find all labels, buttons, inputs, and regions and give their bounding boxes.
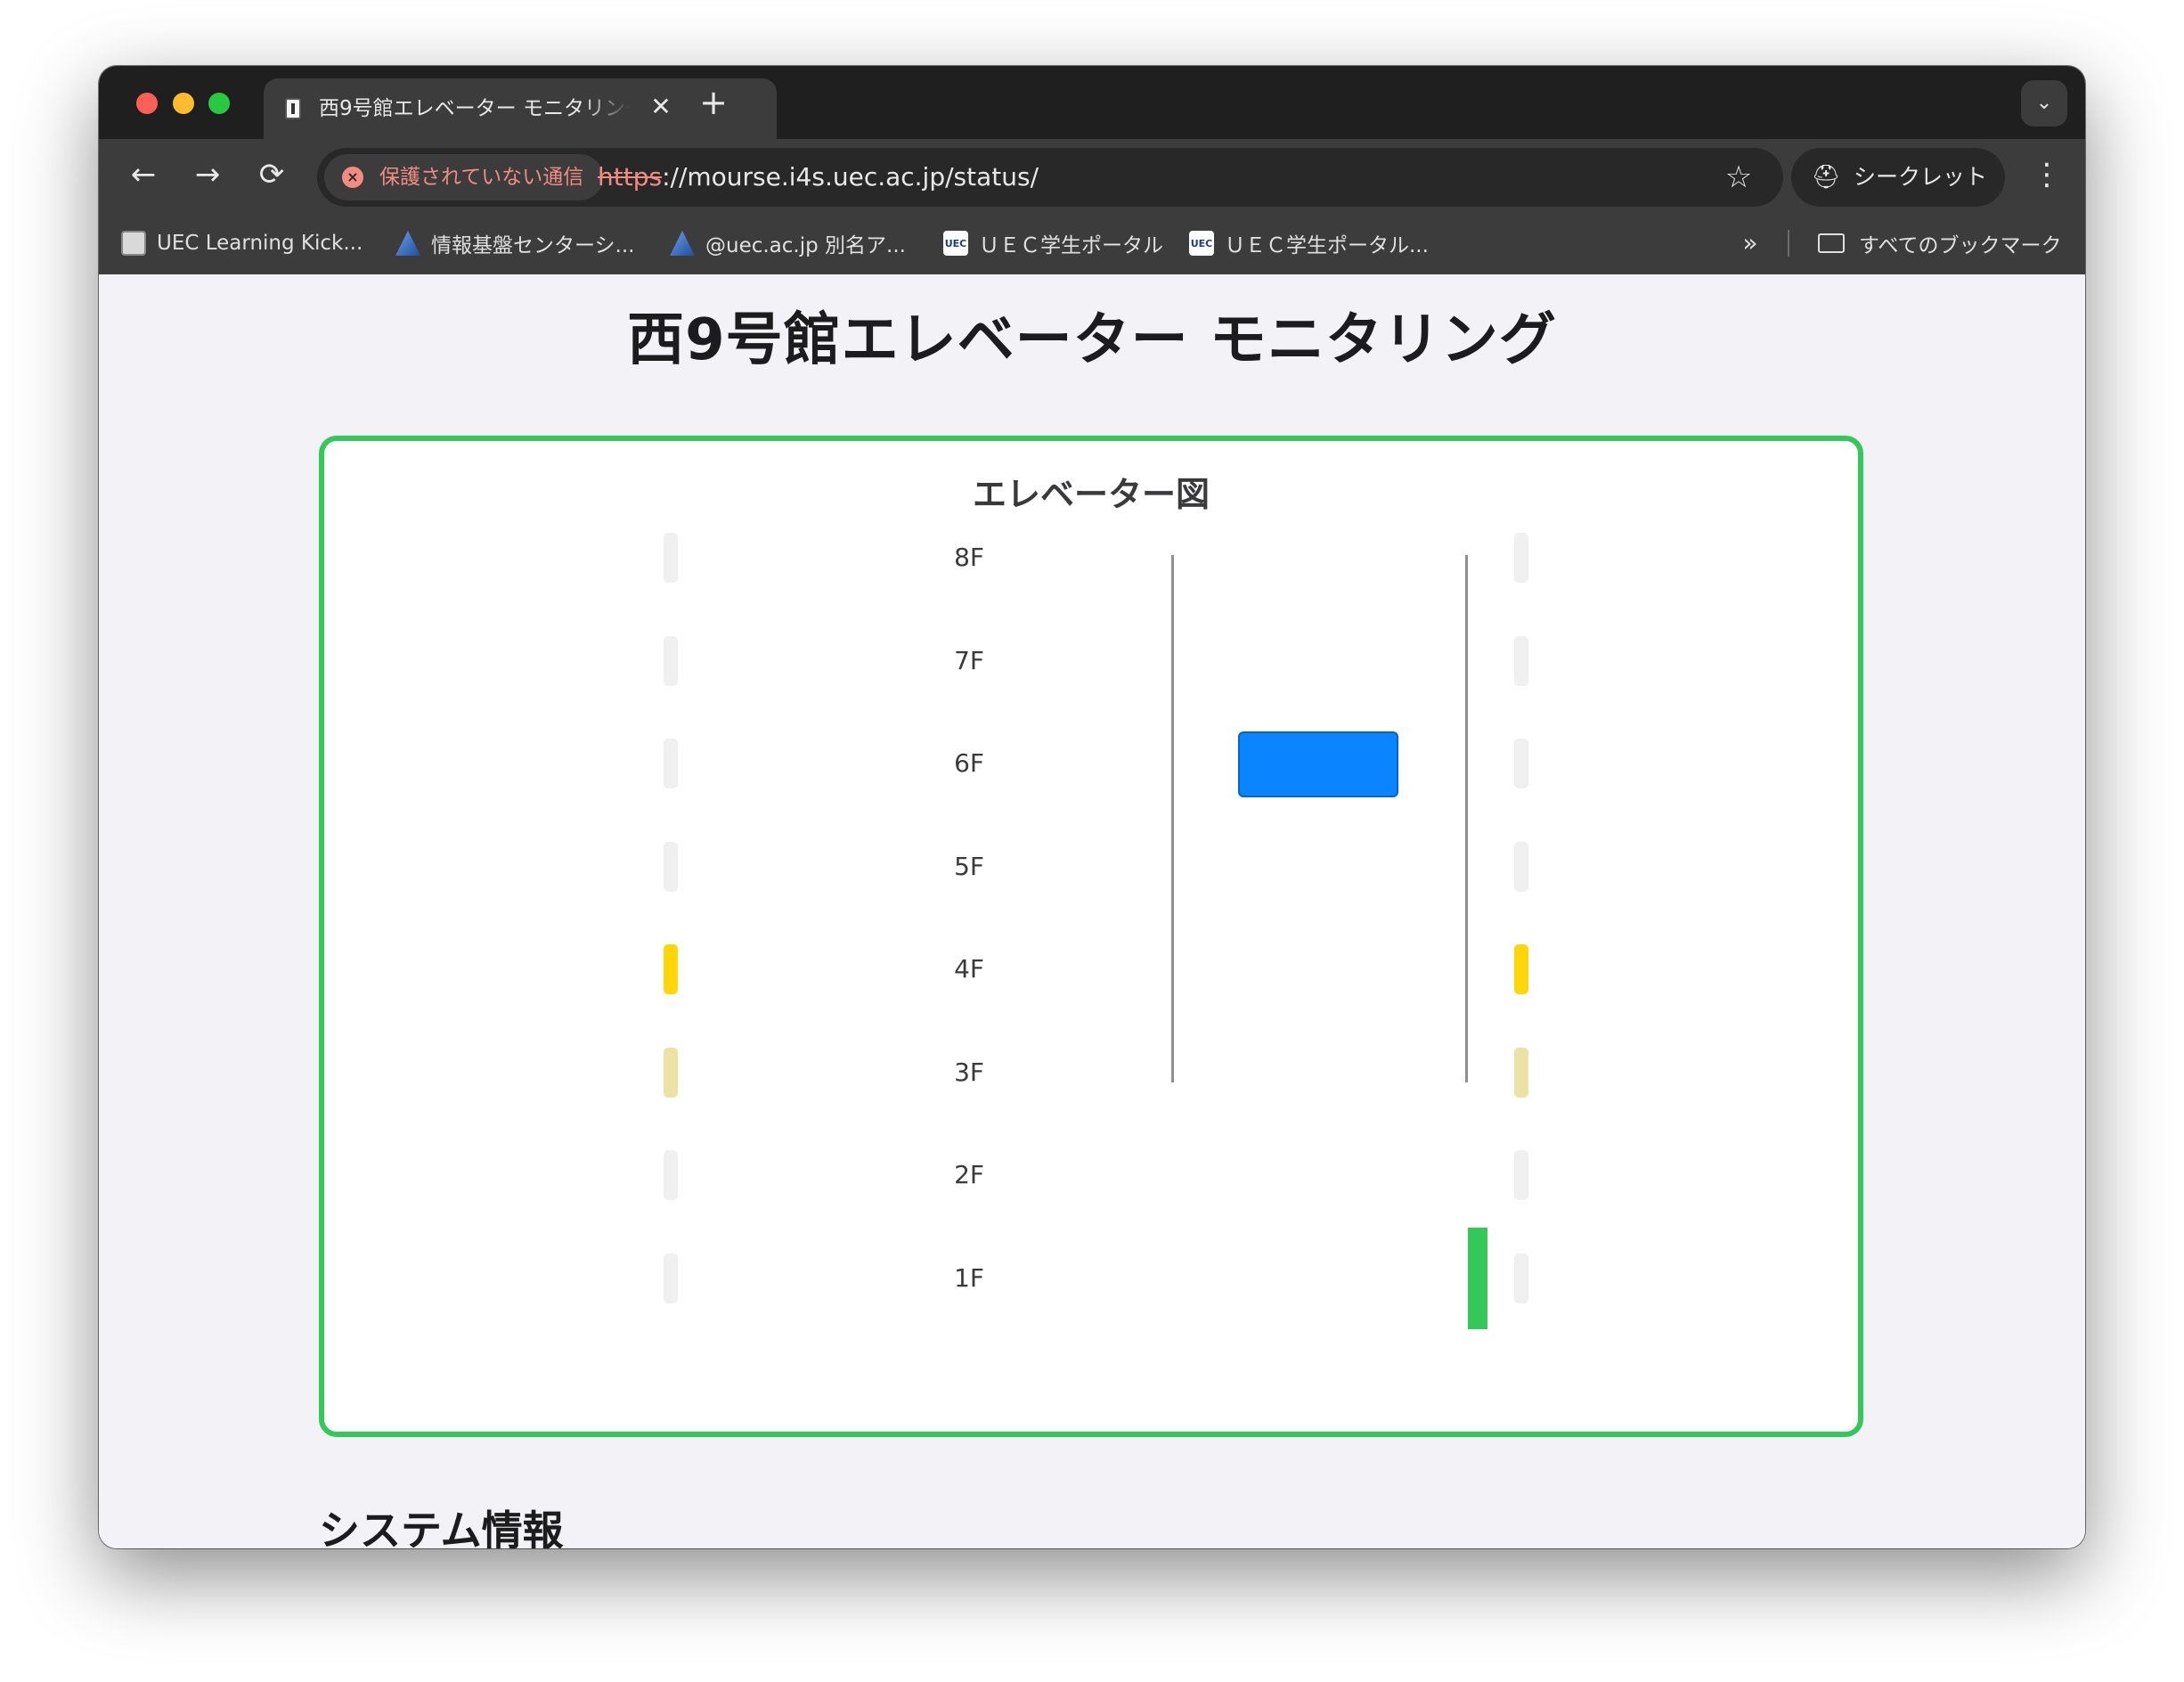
chevron-down-icon: ⌄ <box>2035 92 2053 114</box>
security-chip[interactable]: × 保護されていない通信 <box>324 154 604 200</box>
bookmark-item[interactable]: @uec.ac.jp 別名ア... <box>670 226 906 260</box>
hall-lamp-right <box>1514 1253 1528 1303</box>
browser-window: 西9号館エレベーター モニタリング ✕ + ⌄ ← → ⟳ × 保護されていない… <box>99 66 2085 1548</box>
close-window-button[interactable] <box>136 93 158 114</box>
university-seal-icon <box>121 231 146 256</box>
hall-lamp-right <box>1514 533 1528 583</box>
hall-lamp-left <box>664 1253 678 1303</box>
hall-lamp-left <box>664 944 678 994</box>
forward-button[interactable]: → <box>188 155 227 194</box>
back-button[interactable]: ← <box>124 155 163 194</box>
floor-label: 5F <box>954 851 984 881</box>
url-rest: ://mourse.i4s.uec.ac.jp/status/ <box>662 162 1039 192</box>
bookmark-label: UEC Learning Kick... <box>157 232 363 255</box>
bookmark-label: ＵＥＣ学生ポータル... <box>1225 234 1429 257</box>
bookmarks-divider <box>1788 230 1789 257</box>
shaft-left-wall <box>1171 555 1174 1082</box>
hall-lamp-right <box>1514 1150 1528 1200</box>
bookmark-star-icon[interactable]: ☆ <box>1721 159 1756 195</box>
tower-icon <box>395 231 420 256</box>
hall-lamp-left <box>664 533 678 583</box>
incognito-chip[interactable]: ⛑ シークレット <box>1791 148 2005 207</box>
bookmark-item[interactable]: UEC ＵＥＣ学生ポータル <box>943 226 1163 260</box>
uec-logo-icon: UEC <box>943 231 968 256</box>
bookmark-item[interactable]: UEC Learning Kick... <box>121 226 363 260</box>
hall-lamp-right <box>1514 739 1528 788</box>
hall-lamp-right <box>1514 635 1528 686</box>
bookmark-item[interactable]: 情報基盤センターシ... <box>395 226 634 260</box>
page-content: 西9号館エレベーター モニタリング エレベーター図 8F 7F 6F 5F 4F 3F 2F… <box>99 274 2085 1548</box>
folder-icon <box>1818 233 1845 253</box>
browser-menu-icon[interactable]: ⋮ <box>2032 155 2062 194</box>
uec-logo-icon: UEC <box>1189 231 1214 256</box>
floor-label: 1F <box>954 1262 984 1293</box>
url-scheme: https <box>598 162 663 192</box>
page-title: 西9号館エレベーター モニタリング <box>627 307 1557 373</box>
new-tab-button[interactable]: + <box>696 86 731 121</box>
tab-search-button[interactable]: ⌄ <box>2021 80 2067 127</box>
elevator-icon <box>285 98 301 119</box>
card-title: エレベーター図 <box>972 475 1210 514</box>
hall-lamp-left <box>664 635 678 686</box>
tower-icon <box>670 231 695 256</box>
bookmark-label: @uec.ac.jp 別名ア... <box>705 234 906 257</box>
maximize-window-button[interactable] <box>208 93 230 114</box>
minimize-window-button[interactable] <box>173 93 194 114</box>
insecure-warning-icon: × <box>342 167 363 188</box>
door-open-indicator <box>1468 1227 1487 1329</box>
address-bar[interactable]: × 保護されていない通信 https://mourse.i4s.uec.ac.j… <box>317 148 1783 207</box>
security-label: 保護されていない通信 <box>379 166 584 189</box>
tab-strip: 西9号館エレベーター モニタリング ✕ + ⌄ <box>99 66 2085 139</box>
tab-title: 西9号館エレベーター モニタリング <box>319 97 631 120</box>
floor-label: 7F <box>954 645 984 675</box>
bookmark-item[interactable]: UEC ＵＥＣ学生ポータル... <box>1189 226 1429 260</box>
hall-lamp-left <box>664 1150 678 1200</box>
tab-close-icon[interactable]: ✕ <box>647 93 675 121</box>
floor-label: 4F <box>954 954 984 984</box>
floor-label: 8F <box>954 543 984 572</box>
hall-lamp-left <box>664 739 678 788</box>
floor-label: 6F <box>954 748 984 778</box>
hall-lamp-left <box>664 841 678 892</box>
floor-label: 2F <box>954 1160 984 1189</box>
hall-lamp-right <box>1514 944 1528 994</box>
all-bookmarks-label: すべてのブックマーク <box>1859 234 2062 257</box>
hall-lamp-right <box>1514 1047 1528 1098</box>
bookmarks-overflow-icon[interactable]: » <box>1732 226 1768 260</box>
reload-button[interactable]: ⟳ <box>252 155 291 194</box>
all-bookmarks-button[interactable]: すべてのブックマーク <box>1818 226 2061 260</box>
system-info-heading: システム情報 <box>319 1506 564 1548</box>
elevator-diagram-card: エレベーター図 8F 7F 6F 5F 4F 3F 2F 1F <box>319 436 1863 1437</box>
hall-lamp-right <box>1514 841 1528 892</box>
browser-toolbar: ← → ⟳ × 保護されていない通信 https://mourse.i4s.ue… <box>99 139 2085 212</box>
bookmarks-bar: UEC Learning Kick... 情報基盤センターシ... @uec.a… <box>99 212 2085 274</box>
url-text[interactable]: https://mourse.i4s.uec.ac.jp/status/ <box>598 159 1039 195</box>
bookmark-label: ＵＥＣ学生ポータル <box>979 234 1163 257</box>
incognito-label: シークレット <box>1854 164 1988 190</box>
incognito-icon: ⛑ <box>1811 164 1841 191</box>
elevator-car <box>1238 731 1398 797</box>
shaft-right-wall <box>1465 555 1468 1082</box>
hall-lamp-left <box>664 1047 678 1098</box>
bookmark-label: 情報基盤センターシ... <box>431 234 635 257</box>
floor-label: 3F <box>954 1057 984 1087</box>
